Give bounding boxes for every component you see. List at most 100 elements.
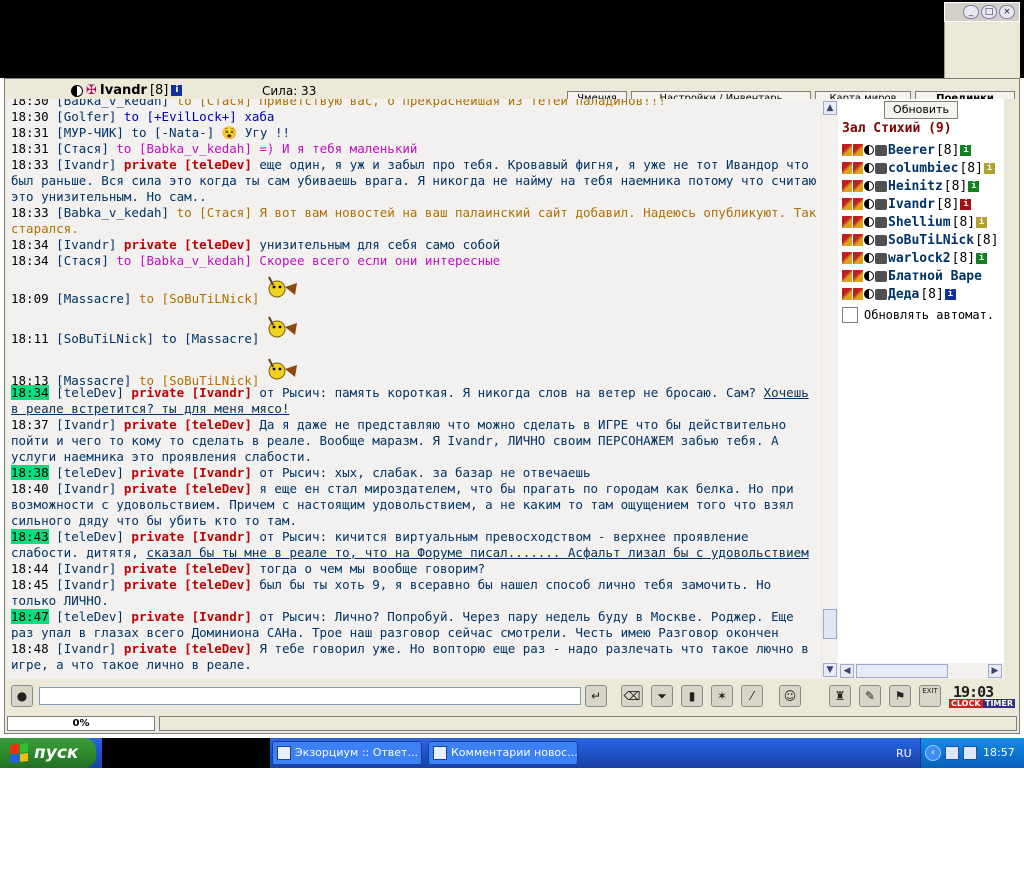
send-icon[interactable]: ↵ — [585, 685, 607, 707]
task-exorcium[interactable]: Экзорциум :: Ответ... — [272, 741, 422, 765]
private-message-icon[interactable] — [842, 180, 852, 192]
user-info-icon[interactable]: i — [983, 162, 995, 174]
exit-icon[interactable]: EXIT — [919, 685, 941, 707]
message-text[interactable]: [Стася] — [56, 141, 109, 156]
message-text[interactable]: [Golfer] — [56, 109, 116, 124]
message-text[interactable]: [Babka_v_kedah] — [56, 205, 169, 220]
attack-icon[interactable] — [853, 288, 863, 300]
user-row[interactable]: Shellium [8] i — [842, 213, 988, 231]
message-text[interactable]: [Ivandr] — [56, 577, 116, 592]
clear-icon[interactable]: ⌫ — [621, 685, 643, 707]
message-text[interactable]: [Ivandr] — [56, 157, 116, 172]
scroll-up-icon[interactable]: ▲ — [823, 101, 837, 115]
chat-log[interactable]: 18:30 [Babka_v_kedah] to [Стася] Приветс… — [7, 99, 821, 679]
attack-icon[interactable] — [853, 162, 863, 174]
users-vscrollbar[interactable] — [1004, 99, 1019, 679]
close-button[interactable]: × — [999, 5, 1015, 19]
refresh-button[interactable]: Обновить — [884, 101, 958, 119]
task-comments[interactable]: Комментарии новос... — [428, 741, 578, 765]
message-text[interactable]: [teleDev] — [56, 465, 124, 480]
chat-mode-icon[interactable]: ● — [11, 685, 33, 707]
private-message-icon[interactable] — [842, 234, 852, 246]
message-text[interactable]: [Babka_v_kedah] — [56, 99, 169, 108]
user-info-icon[interactable]: i — [960, 198, 972, 210]
private-message-icon[interactable] — [842, 288, 852, 300]
private-message-icon[interactable] — [842, 144, 852, 156]
message-text[interactable]: [Massacre] — [56, 291, 131, 306]
auto-refresh-checkbox[interactable] — [842, 307, 858, 323]
info-icon[interactable]: i — [171, 85, 183, 96]
attack-icon[interactable] — [853, 270, 863, 282]
attack-icon[interactable] — [853, 252, 863, 264]
private-message-icon[interactable] — [842, 198, 852, 210]
message-text[interactable]: [Ivandr] — [56, 237, 116, 252]
message-text[interactable]: [МУР-ЧИК] — [56, 125, 124, 140]
users-hscrollbar[interactable]: ◀ ▶ — [838, 663, 1004, 679]
scroll-down-icon[interactable]: ▼ — [823, 663, 837, 677]
user-name[interactable]: warlock2 — [888, 251, 951, 266]
private-message-icon[interactable] — [842, 252, 852, 264]
scroll-icon[interactable]: ✎ — [859, 685, 881, 707]
user-row[interactable]: Блатной Варе — [842, 267, 983, 285]
message-text[interactable]: [Ivandr] — [56, 481, 116, 496]
user-row[interactable]: SoBuTiLNick [8] — [842, 231, 999, 249]
clock-label[interactable]: CLOCK — [949, 699, 983, 708]
user-row[interactable]: Heinitz [8] i — [842, 177, 980, 195]
private-message-icon[interactable] — [842, 216, 852, 228]
message-text[interactable]: [Ivandr] — [56, 641, 116, 656]
user-info-icon[interactable]: i — [976, 252, 988, 264]
attack-icon[interactable] — [853, 180, 863, 192]
message-text[interactable]: [Ivandr] — [56, 561, 116, 576]
scroll-thumb[interactable] — [823, 609, 837, 639]
auto-refresh-option[interactable]: Обновлять автомат. — [842, 307, 994, 323]
attack-icon[interactable] — [853, 216, 863, 228]
smiley-icon[interactable]: ☺ — [779, 685, 801, 707]
translit-icon[interactable]: ⁄ — [741, 685, 763, 707]
flag-icon[interactable]: ⚑ — [889, 685, 911, 707]
user-row[interactable]: Деда [8] i — [842, 285, 956, 303]
user-info-icon[interactable]: i — [944, 288, 956, 300]
user-name[interactable]: Beerer — [888, 143, 935, 158]
user-info-icon[interactable]: i — [976, 216, 988, 228]
user-name[interactable]: Блатной Варе — [888, 269, 982, 284]
user-name[interactable]: Shellium — [888, 215, 951, 230]
network-icon[interactable] — [945, 746, 959, 760]
minimize-button[interactable]: _ — [963, 5, 979, 19]
user-name[interactable]: SoBuTiLNick — [888, 233, 974, 248]
attack-icon[interactable] — [853, 198, 863, 210]
message-text[interactable]: [Ivandr] — [56, 417, 116, 432]
message-text[interactable]: [Стася] — [56, 253, 109, 268]
maximize-button[interactable]: □ — [981, 5, 997, 19]
chat-scrollbar[interactable]: ▲ ▼ — [822, 99, 838, 679]
user-row[interactable]: columbiec [8] i — [842, 159, 995, 177]
user-row[interactable]: Beerer [8] i — [842, 141, 972, 159]
chat-input[interactable] — [39, 687, 581, 705]
attack-icon[interactable] — [853, 144, 863, 156]
user-name[interactable]: Heinitz — [888, 179, 943, 194]
scroll-left-icon[interactable]: ◀ — [840, 664, 854, 678]
private-message-icon[interactable] — [842, 270, 852, 282]
language-indicator[interactable]: RU — [896, 747, 912, 760]
message-text[interactable]: [SoBuTiLNick] — [56, 331, 154, 346]
scroll-right-icon[interactable]: ▶ — [988, 664, 1002, 678]
user-info-icon[interactable]: i — [960, 144, 972, 156]
message-text[interactable]: [teleDev] — [56, 609, 124, 624]
start-button[interactable]: пуск — [0, 738, 96, 768]
message-text[interactable]: [teleDev] — [56, 385, 124, 400]
action-icon[interactable]: ✶ — [711, 685, 733, 707]
user-name[interactable]: Ivandr — [888, 197, 935, 212]
user-row[interactable]: Ivandr [8] i — [842, 195, 972, 213]
timer-label[interactable]: TIMER — [983, 699, 1016, 708]
user-name[interactable]: Деда — [888, 287, 919, 302]
user-info-icon[interactable]: i — [968, 180, 980, 192]
settings-tray-icon[interactable] — [963, 746, 977, 760]
attack-icon[interactable] — [853, 234, 863, 246]
bag-icon[interactable]: ♜ — [829, 685, 851, 707]
filter-icon[interactable]: ⏷ — [651, 685, 673, 707]
message-text[interactable]: [teleDev] — [56, 529, 124, 544]
private-message-icon[interactable] — [842, 162, 852, 174]
save-log-icon[interactable]: ▮ — [681, 685, 703, 707]
tray-expand-icon[interactable]: ‹ — [925, 745, 941, 761]
user-row[interactable]: warlock2 [8] i — [842, 249, 988, 267]
hscroll-thumb[interactable] — [856, 664, 948, 678]
